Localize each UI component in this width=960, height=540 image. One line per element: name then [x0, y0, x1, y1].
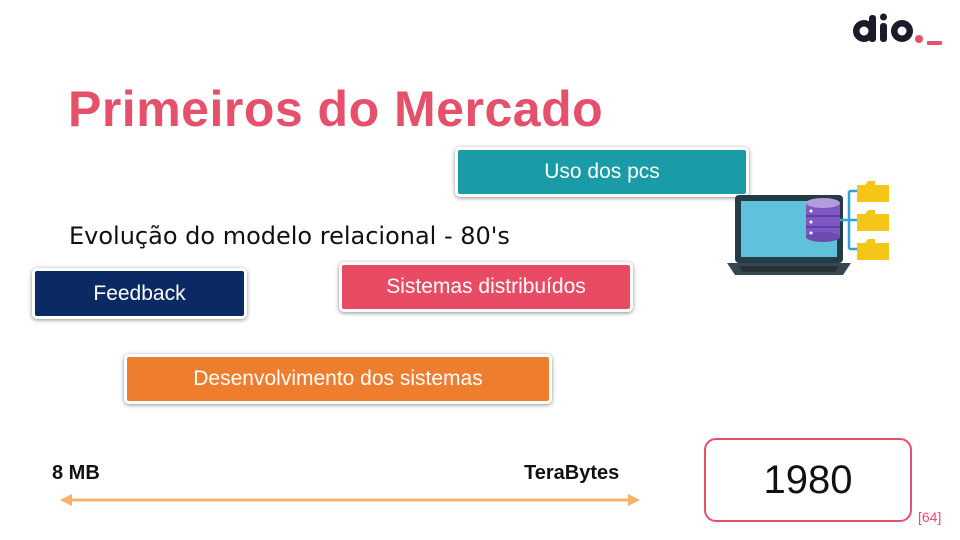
- slide: Primeiros do Mercado Uso dos pcs Evoluçã…: [0, 0, 960, 540]
- dio-logo-icon: [853, 13, 942, 45]
- slide-title: Primeiros do Mercado: [68, 81, 604, 137]
- page-number: [64]: [918, 509, 942, 525]
- scale-max-label: TeraBytes: [524, 462, 620, 484]
- feedback-box: Feedback: [32, 268, 247, 319]
- scale-min-label: 8 MB: [52, 462, 100, 484]
- year-box: 1980: [704, 438, 912, 522]
- double-arrow-icon: [60, 494, 640, 506]
- desenvolvimento-box: Desenvolvimento dos sistemas: [124, 354, 552, 404]
- uso-dos-pcs-box: Uso dos pcs: [455, 147, 749, 197]
- sistemas-distribuidos-box: Sistemas distribuídos: [339, 262, 633, 312]
- subtitle: Evolução do modelo relacional - 80's: [69, 222, 510, 250]
- laptop-database-folders-icon: [727, 181, 889, 275]
